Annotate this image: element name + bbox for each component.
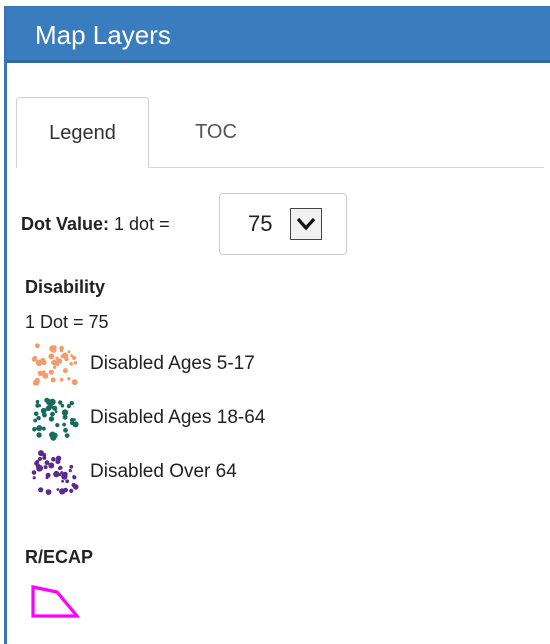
section-title-recap: R/ECAP — [25, 547, 94, 567]
dot-value-select[interactable]: 75 — [219, 193, 347, 255]
dot-value-label-rest: 1 dot = — [114, 214, 170, 234]
legend-item-label: Disabled Ages 18-64 — [90, 407, 266, 428]
dot-density-swatch-icon — [31, 450, 79, 496]
legend-item-label: Disabled Ages 5-17 — [90, 353, 255, 374]
chevron-down-icon[interactable] — [290, 208, 322, 240]
tab-legend[interactable]: Legend — [16, 97, 149, 168]
dot-value-selected: 75 — [248, 211, 273, 236]
dot-value-label: Dot Value: 1 dot = — [21, 214, 170, 235]
dot-density-swatch-icon — [31, 396, 79, 442]
legend-item-label: Disabled Over 64 — [90, 461, 237, 482]
tab-bar: Legend TOC — [16, 97, 544, 168]
map-layers-panel: Map Layers Legend TOC Dot Value: 1 dot =… — [4, 6, 550, 644]
tab-toc[interactable]: TOC — [176, 97, 256, 167]
dot-value-row: Dot Value: 1 dot = 75 — [21, 193, 550, 257]
panel-header: Map Layers — [7, 7, 550, 63]
dot-value-label-bold: Dot Value: — [21, 214, 110, 234]
dot-ratio-label: 1 Dot = 75 — [25, 312, 109, 332]
polygon-outline-icon — [29, 583, 81, 628]
dot-density-swatch-icon — [31, 342, 79, 388]
section-title-disability: Disability — [25, 277, 106, 297]
panel-title: Map Layers — [35, 20, 171, 50]
